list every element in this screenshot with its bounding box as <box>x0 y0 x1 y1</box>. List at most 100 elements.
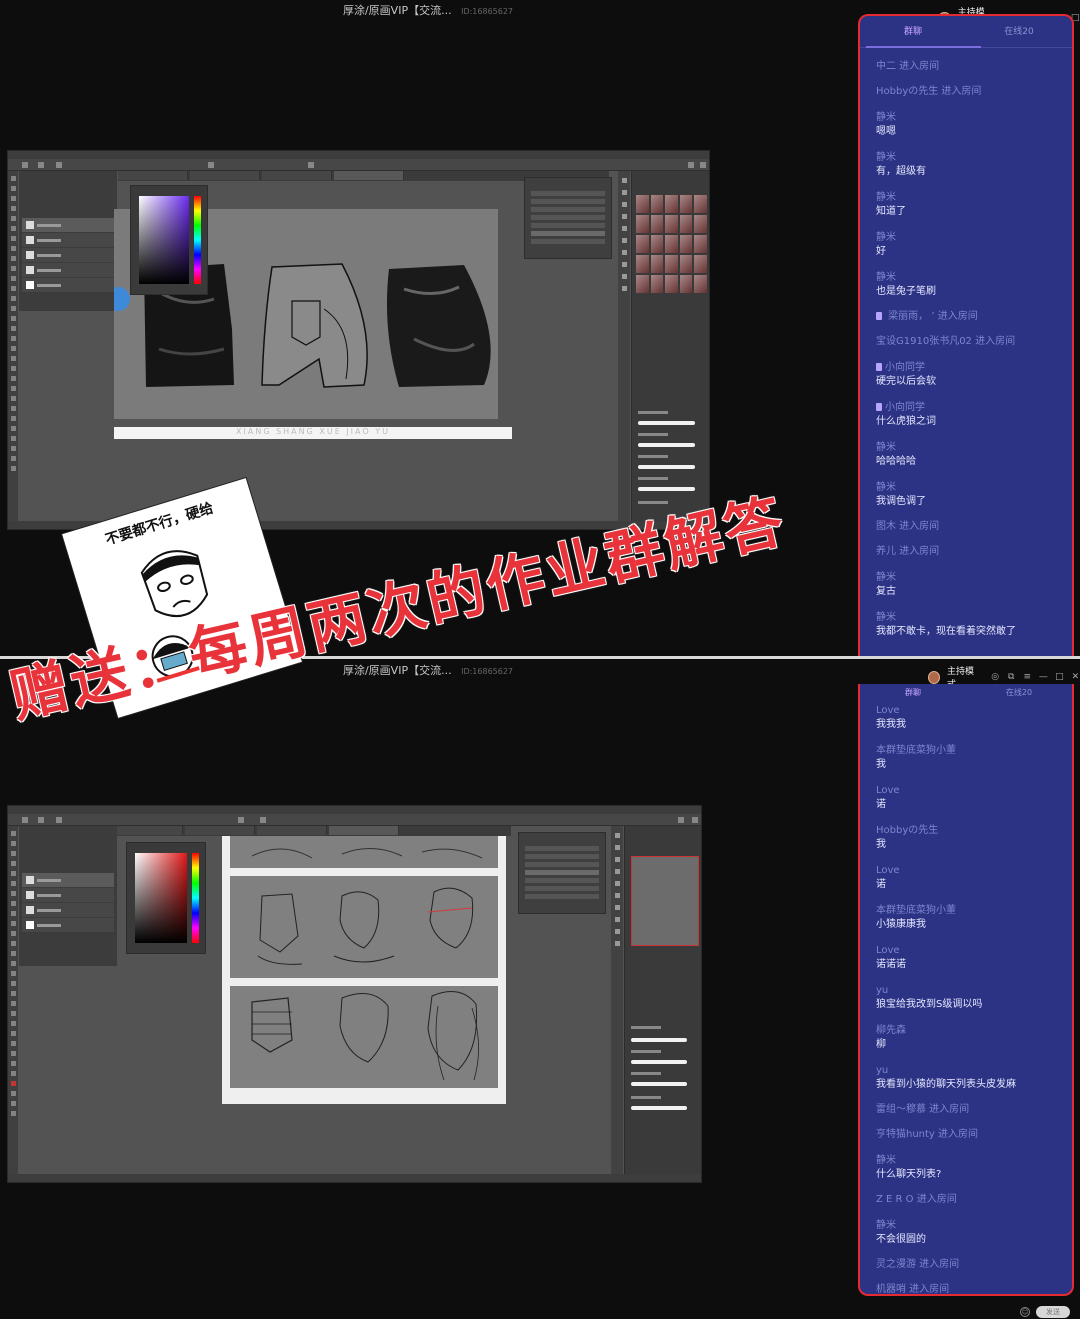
chat-username[interactable]: 本群垫底菜狗小董 <box>876 904 1056 918</box>
screenshot-collage: 厚涂/原画VIP【交流... ID:16865627 主持模式 ◎ ⧉ ≡ — … <box>0 0 1080 1319</box>
chat-username[interactable]: 静米 <box>876 151 1056 165</box>
chat-username[interactable]: 静米 <box>876 1219 1056 1233</box>
user-badge-icon <box>876 312 882 320</box>
layer-row[interactable] <box>22 278 114 292</box>
tab-group-chat[interactable]: 群聊 <box>860 16 966 47</box>
chat-username[interactable]: Hobbyの先生 进入房间 <box>876 85 1056 99</box>
chat-username[interactable]: 静米 <box>876 231 1056 245</box>
chat-username[interactable]: 静米 <box>876 481 1056 495</box>
chat-message: yu 我看到小猿的聊天列表头皮发麻 <box>876 1064 1056 1092</box>
settings-icon[interactable]: ◎ <box>991 672 1000 682</box>
ps-canvas-bottom[interactable] <box>222 836 506 1104</box>
chat-username[interactable]: Z E R O 进入房间 <box>876 1193 1056 1207</box>
chat-message: Love 诺 <box>876 784 1056 812</box>
tab-online[interactable]: 在线20 <box>966 16 1072 47</box>
ps-toolbar[interactable] <box>8 826 18 1174</box>
chat-username[interactable]: 静米 <box>876 1154 1056 1168</box>
chat-username[interactable]: 静米 <box>876 611 1056 625</box>
send-button[interactable]: 发送 <box>1036 1306 1070 1318</box>
layer-row[interactable] <box>22 903 114 917</box>
ps-menubar <box>8 151 709 159</box>
chat-text: 柳 <box>876 1039 886 1050</box>
close-icon[interactable]: ✕ <box>1071 672 1080 682</box>
chat-text: 什么虎狼之词 <box>876 416 936 427</box>
layer-row[interactable] <box>22 873 114 887</box>
ps-panel-icons[interactable] <box>618 171 630 521</box>
chat-username[interactable]: 灵之漫游 进入房间 <box>876 1258 1056 1272</box>
ps-right-dock[interactable] <box>624 826 701 1174</box>
chat-message: 静米 哈哈哈哈 <box>876 441 1056 469</box>
chat-username[interactable]: 中二 进入房间 <box>876 60 1056 74</box>
chat-message: 静米 有，超级有 <box>876 151 1056 179</box>
emoji-icon[interactable]: ☺ <box>1020 1307 1030 1317</box>
layer-row[interactable] <box>22 218 114 232</box>
chat-username[interactable]: 静米 <box>876 191 1056 205</box>
history-panel[interactable] <box>524 177 612 259</box>
chat-username[interactable]: 静米 <box>876 111 1056 125</box>
chat-text: 好 <box>876 246 886 257</box>
chat-username[interactable]: yu <box>876 984 1056 998</box>
avatar[interactable] <box>928 670 940 684</box>
photoshop-screen-top: XIANG SHANG XUE JIAO YU <box>7 150 710 530</box>
ps-toolbar[interactable] <box>8 171 18 521</box>
hue-slider[interactable] <box>194 196 201 284</box>
chat-username[interactable]: yu <box>876 1064 1056 1078</box>
layer-row[interactable] <box>22 263 114 277</box>
color-picker-panel[interactable] <box>130 185 208 295</box>
reference-image-preview[interactable] <box>631 856 699 946</box>
chat-username[interactable]: 机器哨 进入房间 <box>876 1283 1056 1294</box>
chat-username[interactable]: Love <box>876 864 1056 878</box>
chat-username[interactable]: 本群垫底菜狗小董 <box>876 744 1056 758</box>
chat-message: Love 诺 <box>876 864 1056 892</box>
tab-online[interactable]: 在线20 <box>966 684 1072 702</box>
chat-message: 柳先森柳 <box>876 1024 1056 1052</box>
ps-layers-panel[interactable] <box>19 826 117 966</box>
chat-message: 静米 复古 <box>876 571 1056 599</box>
ps-menubar <box>8 806 701 814</box>
popout-icon[interactable]: ⧉ <box>1007 672 1016 682</box>
ps-layers-panel[interactable] <box>19 171 117 311</box>
chat-system-notice: 梁丽雨， ’ 进入房间 <box>876 310 1056 324</box>
minimize-icon[interactable]: — <box>1039 672 1048 682</box>
chat-username[interactable]: 养儿 进入房间 <box>876 545 1056 559</box>
ps-right-dock[interactable] <box>631 171 709 521</box>
layer-row[interactable] <box>22 888 114 902</box>
chat-username[interactable]: 柳先森 <box>876 1024 1056 1038</box>
chat-message-list[interactable]: 中二 进入房间 Hobbyの先生 进入房间 静米 嗯嗯 静米 有，超级有 静米 知道了 静米好静… <box>860 60 1072 639</box>
color-picker-panel[interactable] <box>126 842 206 954</box>
chat-system-notice: 中二 进入房间 <box>876 60 1056 74</box>
chat-username[interactable]: Hobbyの先生 <box>876 824 1056 838</box>
chat-username[interactable]: 宝设G1910张书凡02 进入房间 <box>876 335 1056 349</box>
layer-row[interactable] <box>22 248 114 262</box>
chat-message-list[interactable]: Love 我我我 本群垫底菜狗小董我 Love 诺 Hobbyの先生我 Love 诺本群垫底菜… <box>860 702 1072 1294</box>
maximize-icon[interactable]: □ <box>1055 672 1064 682</box>
tab-group-chat[interactable]: 群聊 <box>860 684 966 702</box>
history-panel[interactable] <box>518 832 606 914</box>
layer-row[interactable] <box>22 918 114 932</box>
chat-username[interactable]: 小向同学 <box>876 401 1056 415</box>
layer-row[interactable] <box>22 233 114 247</box>
color-field[interactable] <box>139 196 189 284</box>
chat-username[interactable]: 图木 进入房间 <box>876 520 1056 534</box>
chat-username[interactable]: 梁丽雨， ’ 进入房间 <box>876 310 1056 324</box>
reference-thumbnails[interactable] <box>636 195 707 293</box>
hue-slider[interactable] <box>192 853 199 943</box>
chat-message: 静米 我调色调了 <box>876 481 1056 509</box>
chat-username[interactable]: Love <box>876 784 1056 798</box>
chat-username[interactable]: 小向同学 <box>876 361 1056 375</box>
color-field[interactable] <box>135 853 187 943</box>
menu-icon[interactable]: ≡ <box>1023 672 1032 682</box>
chat-username[interactable]: 亨特猫hunty 进入房间 <box>876 1128 1056 1142</box>
chat-username[interactable]: 静米 <box>876 271 1056 285</box>
chat-system-notice: 宝设G1910张书凡02 进入房间 <box>876 335 1056 349</box>
ps-panel-icons[interactable] <box>611 826 623 1174</box>
chat-message: 本群垫底菜狗小董 小猿康康我 <box>876 904 1056 932</box>
chat-username[interactable]: Love <box>876 704 1056 718</box>
chat-tabs-bottom: 群聊 在线20 <box>858 684 1074 702</box>
ps-doc-tabs[interactable] <box>113 826 511 836</box>
chat-username[interactable]: 雷组～穆慕 进入房间 <box>876 1103 1056 1117</box>
active-tab-underline <box>866 46 981 48</box>
chat-username[interactable]: 静米 <box>876 571 1056 585</box>
chat-username[interactable]: 静米 <box>876 441 1056 455</box>
chat-username[interactable]: Love <box>876 944 1056 958</box>
